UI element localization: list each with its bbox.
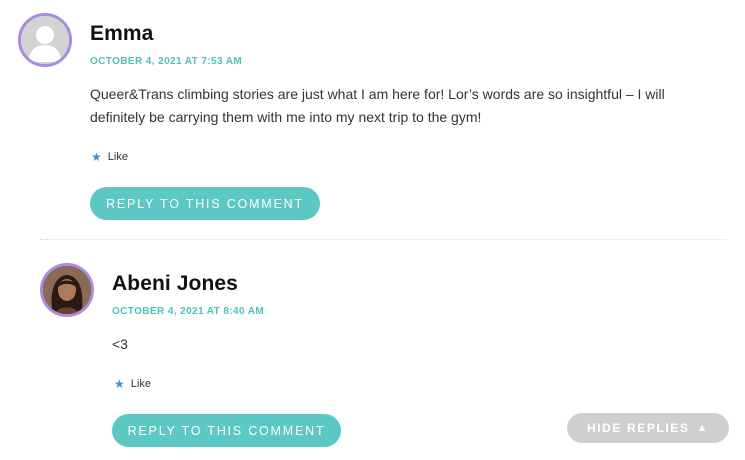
like-label: Like [130,378,151,390]
star-icon: ★ [114,377,125,391]
triangle-up-icon: ▲ [696,422,710,434]
like-button[interactable]: ★ Like [114,377,151,391]
divider [40,239,726,240]
comment-date[interactable]: OCTOBER 4, 2021 AT 7:53 AM [90,56,242,67]
reply-button[interactable]: REPLY TO THIS COMMENT [112,414,341,447]
comment-author[interactable]: Emma [90,22,153,46]
comment-body: Queer&Trans climbing stories are just wh… [90,86,665,125]
comment-body: <3 [112,336,128,352]
person-silhouette-icon [21,16,69,64]
hide-replies-label: HIDE REPLIES [586,421,690,435]
profile-photo-icon [43,266,91,314]
comment-author[interactable]: Abeni Jones [112,272,238,296]
hide-replies-button[interactable]: HIDE REPLIES ▲ [567,413,729,443]
avatar-default[interactable] [18,13,72,67]
comment-date[interactable]: OCTOBER 4, 2021 AT 8:40 AM [112,306,264,317]
avatar-abeni-jones[interactable] [40,263,94,317]
star-icon: ★ [91,150,102,164]
like-button[interactable]: ★ Like [91,150,128,164]
reply-button[interactable]: REPLY TO THIS COMMENT [90,187,320,220]
like-label: Like [107,151,128,163]
